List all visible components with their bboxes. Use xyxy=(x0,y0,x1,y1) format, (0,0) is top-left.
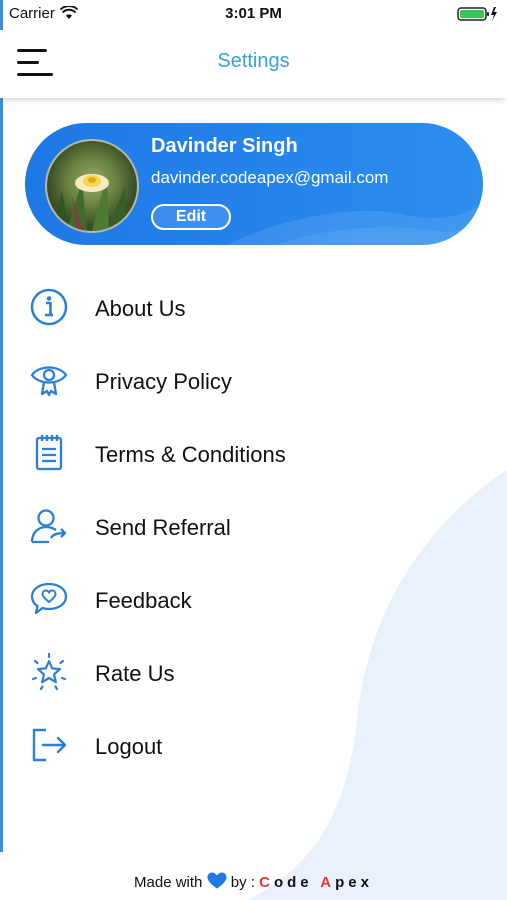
menu-item-about-us[interactable]: About Us xyxy=(0,276,507,336)
menu-item-label: Feedback xyxy=(95,588,192,613)
menu-item-label: Rate Us xyxy=(95,661,175,686)
eye-privacy-icon xyxy=(30,366,68,397)
profile-email: davinder.codeapex@gmail.com xyxy=(151,168,389,187)
battery-icon xyxy=(457,7,497,21)
star-icon xyxy=(31,652,67,691)
avatar[interactable] xyxy=(45,139,139,233)
info-icon xyxy=(30,288,68,326)
footer-by: by : xyxy=(230,874,255,891)
edit-profile-button[interactable]: Edit xyxy=(151,204,231,230)
menu-item-label: About Us xyxy=(95,296,186,321)
menu-item-rate-us[interactable]: Rate Us xyxy=(0,641,507,701)
logout-icon xyxy=(32,728,67,762)
profile-name: Davinder Singh xyxy=(151,135,298,157)
footer-credit: Made with by : Code Apex xyxy=(0,872,507,891)
menu-item-label: Logout xyxy=(95,734,163,759)
heart-icon xyxy=(207,872,227,889)
status-bar: Carrier 3:01 PM xyxy=(0,0,507,30)
clock-time: 3:01 PM xyxy=(225,5,282,22)
chat-heart-icon xyxy=(30,582,68,615)
footer-made-with: Made with xyxy=(134,874,203,891)
menu-item-feedback[interactable]: Feedback xyxy=(0,568,507,628)
app-header: Settings xyxy=(0,30,507,98)
menu-item-label: Privacy Policy xyxy=(95,369,232,394)
menu-item-logout[interactable]: Logout xyxy=(0,714,507,774)
menu-item-privacy-policy[interactable]: Privacy Policy xyxy=(0,349,507,409)
menu-item-label: Send Referral xyxy=(95,515,231,540)
brand-logo[interactable]: Code Apex xyxy=(259,874,373,891)
notepad-icon xyxy=(35,435,63,471)
profile-card: Davinder Singh davinder.codeapex@gmail.c… xyxy=(25,123,483,245)
menu-item-label: Terms & Conditions xyxy=(95,442,286,467)
menu-item-terms-conditions[interactable]: Terms & Conditions xyxy=(0,422,507,482)
page-title: Settings xyxy=(217,50,290,72)
user-referral-icon xyxy=(30,509,67,544)
menu-item-send-referral[interactable]: Send Referral xyxy=(0,495,507,555)
avatar-flower-image xyxy=(52,174,127,231)
